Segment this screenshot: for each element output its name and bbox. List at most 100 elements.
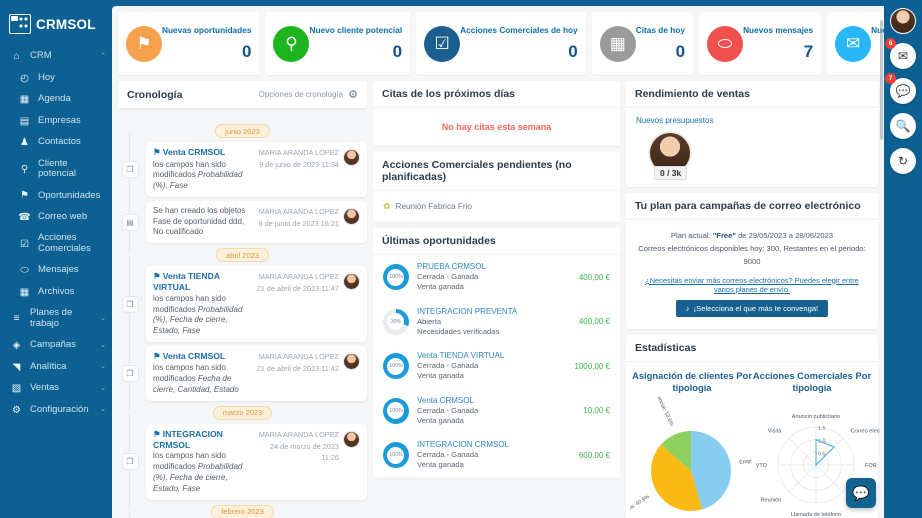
sidebar-item-empresas[interactable]: ▤ Empresas [0, 111, 112, 133]
timeline-meta: MARIA ARANDA LOPEZ 9 de junio de 2023 11:… [253, 147, 339, 170]
search-icon[interactable]: 🔍 [890, 113, 916, 139]
opportunity-row[interactable]: 100% Venta TIENDA VIRTUAL Cerrada - Ganada… [373, 344, 620, 389]
brand-logo[interactable]: CRMSOL [0, 6, 112, 46]
timeline-main: ⚑ Venta CRMSOL los campos han sido modific… [153, 147, 249, 192]
kpi-card-3[interactable]: ▦ Citas de hoy 0 [591, 12, 694, 75]
sidebar-item-ventas[interactable]: ▧ Ventas ⌄ [0, 378, 112, 400]
timeline-entry-title-text: Venta CRMSOL [162, 147, 226, 157]
timeline-entry-title[interactable]: ⚑ Venta CRMSOL [153, 147, 249, 158]
sidebar-item-oportunidades[interactable]: ⚑ Oportunidades [0, 185, 112, 207]
kpi-body: Nuevos mensajes 7 [743, 25, 813, 62]
chat-bubble-icon[interactable]: 💬 [846, 478, 876, 508]
latest-opportunities-header: Últimas oportunidades [372, 228, 620, 255]
chat-icon: ⬭ [707, 25, 744, 62]
sidebar-item-cliente-potencial[interactable]: ⚲ Cliente potencial [0, 154, 112, 186]
sidebar-item-planes-de-trabajo[interactable]: ≡ Planes de trabajo ⌄ [0, 303, 112, 335]
sidebar-item-label: Campañas [30, 339, 76, 351]
sidebar-item-hoy[interactable]: ◴ Hoy [0, 68, 112, 90]
timeline-entry[interactable]: ▤ Se han creado los objetos Fase de oport… [118, 190, 367, 254]
mail-glyph: ✉ [897, 49, 909, 63]
opportunity-row[interactable]: 100% PRUEBA CRMSOL Cerrada - Ganada Venta g… [373, 255, 620, 300]
sidebar-item-agenda[interactable]: ▦ Agenda [0, 89, 112, 111]
timeline-entry[interactable]: ❐ ⚑ INTEGRACION CRMSOL los campos han sido … [118, 413, 367, 510]
sidebar-item-acciones-comerciales[interactable]: ☑ Acciones Comerciales [0, 228, 112, 260]
timeline-entry[interactable]: ❐ ⚑ Venta TIENDA VIRTUAL los campos han sid… [118, 256, 367, 352]
opportunity-name[interactable]: Venta TIENDA VIRTUAL [417, 351, 566, 360]
timeline-entry-text: los campos han sido modificados Probabil… [153, 160, 249, 192]
email-plan-body: Plan actual: "Free" de 29/05/2023 a 28/0… [626, 220, 878, 329]
pie-chart-title: Asignación de clientes Por tipología [632, 369, 752, 394]
timeline-entry-title[interactable]: ⚑ INTEGRACION CRMSOL [153, 429, 249, 450]
sidebar-item-configuraci-n[interactable]: ⚙ Configuración ⌄ [0, 400, 112, 422]
timeline-entry-title[interactable]: ⚑ Venta TIENDA VIRTUAL [153, 271, 249, 292]
opportunity-percent: 30% [387, 313, 405, 331]
pending-action-item[interactable]: ✿ Reunión Fabrica Frio [373, 191, 620, 222]
kpi-card-4[interactable]: ⬭ Nuevos mensajes 7 [699, 12, 822, 75]
files-icon: ▦ [19, 286, 30, 298]
select-plan-button[interactable]: ♪ ¡Selecciona el que más te convenga! [675, 299, 829, 317]
timeline-card: ⚑ Venta TIENDA VIRTUAL los campos han sido… [146, 266, 367, 342]
sidebar-item-label: Contactos [38, 136, 81, 148]
timeline-entry-text: Se han creado los objetos Fase de oportu… [153, 206, 249, 238]
main-content: ⚑ Nuevas oportunidades 0 ⚲ Nuevo cliente pot… [112, 6, 884, 518]
timeline-card: ⚑ Venta CRMSOL los campos han sido modific… [146, 345, 367, 401]
kpi-card-5[interactable]: ✉Nuevos correos electrónicos6 [827, 12, 884, 75]
statistics-card: Estadísticas Asignación de clientes Por … [626, 334, 880, 518]
timeline-title: Cronología [127, 88, 183, 101]
timeline-header: Cronología Opciones de cronología ⚙ [118, 81, 367, 109]
timeline-month-chip: marzo 2023 [118, 405, 367, 420]
timeline-month-chip: junio 2023 [118, 124, 367, 138]
kpi-value: 0 [568, 42, 578, 61]
sidebar-item-anal-tica[interactable]: ◥ Analítica ⌄ [0, 357, 112, 379]
timeline-axis: ❐ [118, 335, 142, 411]
opportunity-row[interactable]: 30% INTEGRACION PREVENTA Abierta Necesidade… [373, 300, 620, 345]
timeline-month-chip: abril 2023 [118, 248, 367, 263]
timeline-entry-title[interactable]: ⚑ Venta CRMSOL [153, 351, 249, 362]
sidebar-item-correo-web[interactable]: ☎ Correo web [0, 207, 112, 229]
timeline-month-chip: febrero 2023 [118, 504, 367, 518]
timeline-entry[interactable]: ❐ ⚑ Venta CRMSOL los campos han sido modifi… [118, 132, 367, 207]
pending-action-label: Reunión Fabrica Frio [395, 202, 472, 211]
rail-avatar[interactable] [890, 8, 916, 34]
scrollbar-thumb[interactable] [880, 20, 883, 140]
kpi-card-2[interactable]: ☑ Acciones Comerciales de hoy 0 [416, 12, 586, 75]
pending-actions-card: Acciones Comerciales pendientes (no plan… [372, 152, 620, 222]
gear-icon[interactable]: ⚙ [348, 88, 358, 101]
opportunity-name[interactable]: PRUEBA CRMSOL [417, 262, 571, 271]
chat-icon[interactable]: 💬 7 [885, 73, 916, 104]
timeline-timestamp: 21 de abril de 2023 11:47 [256, 283, 339, 293]
opportunity-row[interactable]: 100% INTEGRACION CRMSOL Cerrada - Ganada Ve… [373, 433, 620, 478]
sidebar-item-campa-as[interactable]: ◈ Campañas ⌄ [0, 335, 112, 357]
kpi-card-0[interactable]: ⚑ Nuevas oportunidades 0 [118, 12, 260, 75]
sales-performance-title: Rendimiento de ventas [635, 88, 750, 100]
card-icon: ▤ [121, 213, 139, 231]
opportunity-status: Cerrada - Ganada [416, 450, 479, 459]
mail-icon[interactable]: ✉ 6 [885, 38, 916, 69]
sidebar-item-archivos[interactable]: ▦ Archivos [0, 282, 112, 304]
avatar [342, 352, 360, 370]
opportunity-name[interactable]: INTEGRACION PREVENTA [417, 307, 571, 316]
sidebar-item-contactos[interactable]: ♟ Contactos [0, 132, 112, 154]
sidebar-item-mensajes[interactable]: ⬭ Mensajes [0, 260, 112, 282]
avatar [342, 149, 360, 166]
opportunity-row[interactable]: 100% Venta CRMSOL Cerrada - Ganada Venta ga… [373, 389, 620, 434]
plan-upgrade-link[interactable]: ¿Necesitas enviar más correos electrónic… [636, 276, 868, 294]
opportunity-progress-ring: 100% [382, 264, 409, 291]
timeline-meta: MARIA ARANDA LOPEZ 21 de abril de 2023 11… [253, 351, 339, 374]
timeline-axis: ▤ [118, 190, 142, 254]
sidebar-item-crm[interactable]: ⌂ CRM ⌃ [0, 46, 112, 68]
latest-opportunities-title: Últimas oportunidades [381, 235, 496, 247]
timeline-author: MARIA ARANDA LOPEZ [258, 148, 339, 157]
radar-axis-label: FOR [865, 463, 877, 469]
kpi-card-1[interactable]: ⚲ Nuevo cliente potencial 0 [265, 12, 411, 75]
timeline-options[interactable]: Opciones de cronología ⚙ [259, 88, 358, 101]
opportunity-name[interactable]: Venta CRMSOL [417, 396, 575, 405]
opportunity-progress-ring: 100% [382, 353, 409, 380]
timeline-entry[interactable]: ❐ ⚑ Venta CRMSOL los campos han sido modifi… [118, 335, 367, 411]
opportunity-name[interactable]: INTEGRACION CRMSOL [417, 440, 571, 449]
opportunities-list: 100% PRUEBA CRMSOL Cerrada - Ganada Venta g… [373, 255, 620, 478]
history-icon[interactable]: ↻ [890, 148, 916, 174]
avatar: 0 / 3k [648, 131, 692, 180]
rocket-icon: ♪ [685, 303, 690, 313]
radar-chart-title: Acciones Comerciales Por tipología [752, 369, 872, 394]
